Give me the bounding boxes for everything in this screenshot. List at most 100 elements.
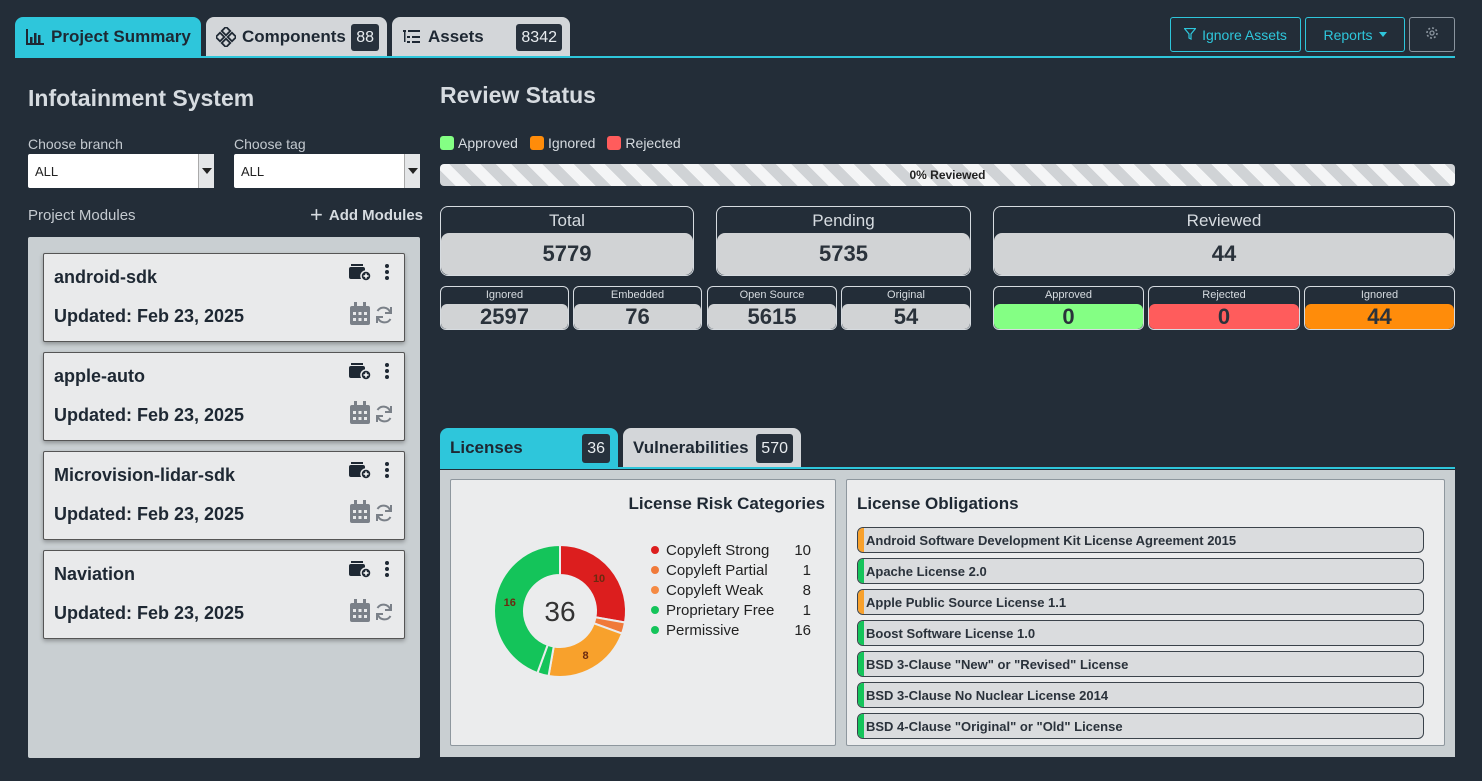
obligation-item[interactable]: Apple Public Source License 1.1 — [857, 589, 1424, 615]
add-modules-label: Add Modules — [328, 206, 424, 224]
calendar-icon[interactable] — [349, 599, 371, 623]
obligation-name: Boost Software License 1.0 — [866, 625, 1036, 641]
refresh-icon[interactable] — [374, 602, 394, 622]
obligation-item[interactable]: Boost Software License 1.0 — [857, 620, 1424, 646]
license-risk-card: License Risk Categories 10 8 16 36 Copyleft… — [450, 479, 836, 746]
module-card[interactable]: Microvision-lidar-sdk Updated: Feb 23, 2… — [43, 451, 405, 540]
legend-swatch — [529, 136, 544, 150]
review-status-title: Review Status — [440, 82, 596, 108]
slice-data-label: 10 — [593, 573, 605, 585]
stat-value: 5615 — [708, 304, 836, 329]
legend-dot — [651, 606, 659, 614]
stat-label: Original — [887, 289, 925, 301]
tag-select[interactable]: ALL — [234, 154, 420, 188]
reviewed-stat: Reviewed 44 — [993, 206, 1455, 276]
chevron-down-icon — [198, 154, 214, 188]
licenses-count-badge: 36 — [582, 434, 610, 463]
tab-vulnerabilities[interactable]: Vulnerabilities 570 — [623, 428, 801, 467]
stat-value: 0 — [994, 304, 1143, 329]
obligation-name: Apache License 2.0 — [866, 563, 987, 579]
refresh-icon[interactable] — [374, 305, 394, 325]
obligation-item[interactable]: BSD 3-Clause "New" or "Revised" License — [857, 651, 1424, 677]
caret-down-icon — [1378, 32, 1387, 37]
category-count: 1 — [802, 601, 811, 619]
module-updated: Updated: Feb 23, 2025 — [54, 306, 245, 326]
category-name: Copyleft Partial — [666, 561, 768, 579]
category-count: 10 — [794, 541, 811, 559]
module-card[interactable]: android-sdk Updated: Feb 23, 2025 — [43, 253, 405, 342]
stat-value: 5735 — [717, 233, 970, 275]
calendar-icon[interactable] — [349, 302, 371, 326]
tab-licenses[interactable]: Licenses 36 — [440, 428, 618, 467]
module-name: Naviation — [54, 564, 136, 584]
branch-select[interactable]: ALL — [28, 154, 214, 188]
components-count-badge: 88 — [351, 24, 379, 51]
bar-chart-icon — [25, 27, 45, 47]
tab-label: Project Summary — [51, 26, 191, 46]
approved-stat: Approved 0 — [993, 286, 1144, 330]
stat-label: Pending — [812, 211, 875, 230]
reports-dropdown-button[interactable]: Reports — [1305, 17, 1405, 52]
review-progress-bar: 0% Reviewed — [440, 164, 1455, 186]
tab-label: Vulnerabilities — [633, 437, 749, 457]
filter-icon — [1183, 27, 1197, 43]
module-card[interactable]: apple-auto Updated: Feb 23, 2025 — [43, 352, 405, 441]
add-modules-button[interactable]: + Add Modules — [310, 204, 423, 226]
refresh-icon[interactable] — [374, 503, 394, 523]
rejected-stat: Rejected 0 — [1148, 286, 1300, 330]
slice-data-label: 16 — [504, 597, 516, 609]
tab-project-summary[interactable]: Project Summary — [15, 17, 201, 56]
add-storage-icon[interactable] — [348, 361, 372, 381]
slice-data-label: 8 — [582, 650, 588, 662]
tab-label: Licenses — [450, 437, 523, 457]
review-legend: Approved Ignored Rejected — [440, 135, 685, 151]
obligation-item[interactable]: Apache License 2.0 — [857, 558, 1424, 584]
refresh-icon[interactable] — [374, 404, 394, 424]
calendar-icon[interactable] — [349, 401, 371, 425]
components-icon — [216, 26, 236, 47]
obligation-item[interactable]: BSD 3-Clause No Nuclear License 2014 — [857, 682, 1424, 708]
stat-label: Reviewed — [1186, 211, 1262, 230]
stat-value: 2597 — [441, 304, 568, 329]
modules-panel: android-sdk Updated: Feb 23, 2025 apple-… — [28, 237, 420, 758]
embedded-stat: Embedded 76 — [573, 286, 702, 330]
donut-center-total: 36 — [544, 596, 575, 627]
ignored-stat: Ignored 2597 — [440, 286, 569, 330]
obligation-name: BSD 3-Clause "New" or "Revised" License — [866, 656, 1129, 672]
more-vertical-icon[interactable] — [384, 461, 390, 479]
obligation-item[interactable]: BSD 4-Clause "Original" or "Old" License — [857, 713, 1424, 739]
calendar-icon[interactable] — [349, 500, 371, 524]
legend-swatch — [607, 136, 622, 150]
category-name: Permissive — [666, 621, 740, 639]
more-vertical-icon[interactable] — [384, 560, 390, 578]
stat-label: Rejected — [1202, 289, 1246, 301]
more-vertical-icon[interactable] — [384, 263, 390, 281]
tab-components[interactable]: Components 88 — [206, 17, 387, 56]
ignored-review-stat: Ignored 44 — [1304, 286, 1455, 330]
branch-label: Choose branch — [28, 136, 123, 152]
more-vertical-icon[interactable] — [384, 362, 390, 380]
add-storage-icon[interactable] — [348, 559, 372, 579]
stat-value: 5779 — [441, 233, 693, 275]
stat-label: Total — [549, 211, 585, 230]
module-name: android-sdk — [54, 267, 158, 287]
obligation-name: Apple Public Source License 1.1 — [866, 594, 1067, 610]
settings-button[interactable] — [1409, 17, 1455, 52]
module-card[interactable]: Naviation Updated: Feb 23, 2025 — [43, 550, 405, 639]
add-storage-icon[interactable] — [348, 460, 372, 480]
add-storage-icon[interactable] — [348, 262, 372, 282]
risk-legend-item: Proprietary Free 1 — [651, 600, 811, 620]
risk-legend-item: Copyleft Weak 8 — [651, 580, 811, 600]
ignore-assets-button[interactable]: Ignore Assets — [1170, 17, 1301, 52]
legend-approved: Approved — [440, 135, 518, 151]
tab-assets[interactable]: Assets 8342 — [392, 17, 570, 56]
chevron-down-icon — [404, 154, 420, 188]
risk-legend-item: Copyleft Strong 10 — [651, 540, 811, 560]
risk-legend: Copyleft Strong 10 Copyleft Partial 1 Copy… — [651, 540, 811, 640]
legend-swatch — [440, 136, 454, 150]
stat-label: Approved — [1044, 289, 1093, 301]
obligation-item[interactable]: Android Software Development Kit License… — [857, 527, 1424, 553]
obligation-name: BSD 3-Clause No Nuclear License 2014 — [866, 687, 1109, 703]
tab-label: Assets — [428, 26, 484, 46]
stat-value: 44 — [1305, 304, 1454, 329]
